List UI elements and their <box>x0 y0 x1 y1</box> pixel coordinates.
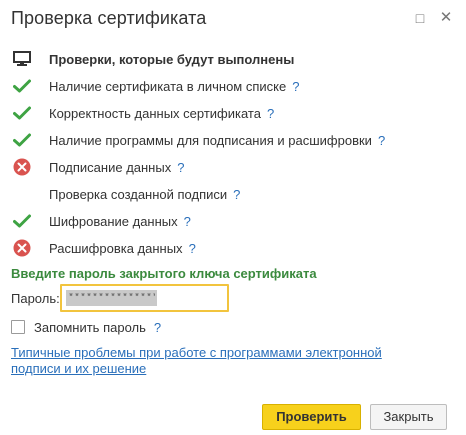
certificate-check-dialog: Проверка сертификата □ ✕ Проверки, котор… <box>0 0 466 435</box>
remember-password-label[interactable]: Запомнить пароль <box>34 320 146 335</box>
check-item-label: Наличие сертификата в личном списке <box>49 78 287 94</box>
password-section-title: Введите пароль закрытого ключа сертифика… <box>11 266 317 281</box>
close-button[interactable]: ✕ <box>436 8 456 28</box>
password-input[interactable] <box>66 290 157 306</box>
check-item: Шифрование данных ? <box>13 211 191 231</box>
help-icon[interactable]: ? <box>189 241 196 256</box>
help-icon[interactable]: ? <box>154 320 161 335</box>
remember-password-checkbox[interactable] <box>11 320 25 334</box>
check-item-label: Расшифровка данных <box>49 240 183 256</box>
check-item-label: Проверка созданной подписи <box>49 186 228 202</box>
monitor-icon <box>13 49 35 69</box>
checkmark-icon <box>13 103 35 123</box>
error-icon <box>13 157 35 177</box>
checkmark-icon <box>13 76 35 96</box>
error-icon <box>13 238 35 258</box>
remember-password-row: Запомнить пароль ? <box>11 318 161 336</box>
help-icon[interactable]: ? <box>233 187 240 202</box>
checkmark-icon <box>13 211 35 231</box>
check-button[interactable]: Проверить <box>262 404 361 430</box>
help-icon[interactable]: ? <box>177 160 184 175</box>
help-icon[interactable]: ? <box>292 79 299 94</box>
check-item: Подписание данных ? <box>13 157 184 177</box>
dialog-title: Проверка сертификата <box>11 8 207 28</box>
check-item: Наличие программы для подписания и расши… <box>13 130 385 150</box>
password-field-frame <box>60 284 229 312</box>
check-item-label: Шифрование данных <box>49 213 178 229</box>
close-dialog-button[interactable]: Закрыть <box>370 404 447 430</box>
blank-icon <box>13 184 35 204</box>
checkmark-icon <box>13 130 35 150</box>
help-icon[interactable]: ? <box>267 106 274 121</box>
checks-header: Проверки, которые будут выполнены <box>13 49 294 69</box>
check-item-label: Корректность данных сертификата <box>49 105 261 121</box>
check-item: Наличие сертификата в личном списке ? <box>13 76 299 96</box>
check-item-label: Наличие программы для подписания и расши… <box>49 132 372 148</box>
help-icon[interactable]: ? <box>184 214 191 229</box>
check-item: Расшифровка данных ? <box>13 238 196 258</box>
help-icon[interactable]: ? <box>378 133 385 148</box>
password-label: Пароль: <box>11 291 60 306</box>
checks-header-label: Проверки, которые будут выполнены <box>49 51 295 67</box>
maximize-button[interactable]: □ <box>410 8 430 28</box>
check-item-label: Подписание данных <box>49 159 172 175</box>
check-item: Корректность данных сертификата ? <box>13 103 274 123</box>
typical-problems-link[interactable]: Типичные проблемы при работе с программа… <box>11 345 411 377</box>
check-item: Проверка созданной подписи ? <box>13 184 240 204</box>
